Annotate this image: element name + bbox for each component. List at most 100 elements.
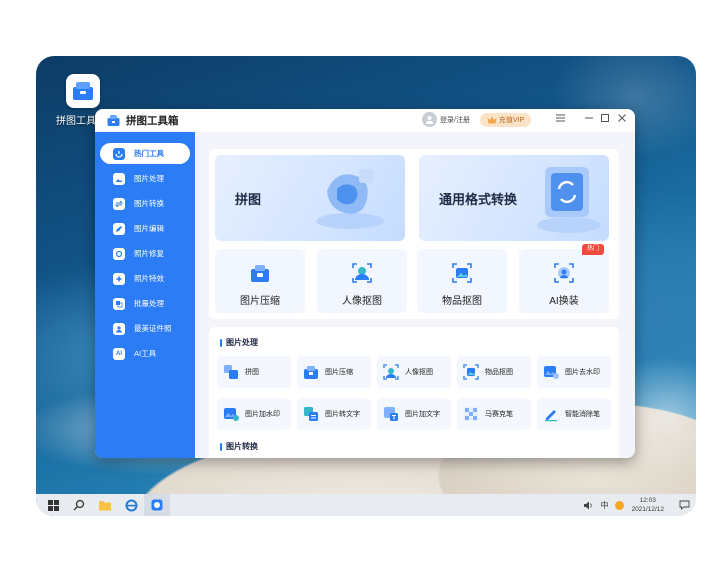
card-object-cutout[interactable]: 物品抠图 [417, 249, 507, 313]
smart-eraser-icon [545, 410, 557, 422]
desktop-shortcut-icon[interactable] [66, 74, 100, 108]
image-processing-panel: 图片处理 拼图 图片压缩 人像抠图 物品抠图 图片去水印 图片加水印 图片转文字… [209, 327, 619, 458]
ai-tools-icon: AI [113, 347, 125, 360]
card-compress[interactable]: 图片压缩 [215, 249, 305, 313]
tool-remove-watermark[interactable]: 图片去水印 [537, 356, 611, 388]
compress-icon [304, 366, 318, 379]
app-icon [151, 499, 163, 511]
search-button[interactable] [66, 494, 92, 516]
tool-portrait-cutout[interactable]: 人像抠图 [377, 356, 451, 388]
app-logo-icon [107, 115, 120, 126]
hot-badge: 热门 [582, 244, 604, 255]
sidebar: 热门工具 图片处理 图片转换 图片编辑 照片修复 照片特效 批量处理 最美证件照… [95, 132, 195, 458]
photo-repair-icon [113, 247, 125, 260]
input-method-icon[interactable] [615, 500, 625, 510]
image-process-icon [113, 172, 125, 185]
maximize-icon [601, 114, 609, 122]
app-window: 拼图工具箱 登录/注册 充值VIP 热门工具 图片处理 图片转换 图片编辑 照片… [95, 109, 635, 458]
login-label: 登录/注册 [440, 116, 470, 124]
tool-label: 物品抠图 [485, 369, 513, 376]
volume-icon[interactable] [583, 501, 593, 510]
sidebar-item-label: 照片特效 [134, 274, 164, 283]
collage-banner[interactable]: 拼图 [215, 155, 405, 241]
sidebar-item-label: 图片转换 [134, 199, 164, 208]
sidebar-item-ai-tools[interactable]: AI AI工具 [100, 343, 190, 364]
user-icon [425, 116, 434, 124]
clock[interactable]: 12:03 2021/12/12 [631, 496, 664, 514]
main-content: 拼图 通用格式转换 图片压缩 人像抠图 物品抠图 AI换装 热门 图片处理 拼图… [209, 149, 621, 458]
tool-image-to-text[interactable]: 图片转文字 [297, 398, 371, 430]
sidebar-item-photo-repair[interactable]: 照片修复 [100, 243, 190, 264]
hot-tools-panel: 拼图 通用格式转换 图片压缩 人像抠图 物品抠图 AI换装 热门 [209, 149, 619, 319]
section-title: 图片处理 [220, 337, 258, 348]
tool-label: 图片加文字 [405, 411, 440, 418]
tool-label: 马赛克笔 [485, 411, 513, 418]
photo-effect-icon [113, 272, 125, 285]
title-bar: 拼图工具箱 登录/注册 充值VIP [95, 109, 635, 132]
sidebar-item-photo-effect[interactable]: 照片特效 [100, 268, 190, 289]
remove-watermark-icon [544, 366, 559, 379]
hamburger-menu-icon [555, 114, 565, 122]
card-label: 人像抠图 [342, 296, 382, 307]
app-taskbar-button[interactable] [144, 494, 170, 516]
vip-label: 充值VIP [498, 117, 525, 124]
close-button[interactable] [616, 114, 628, 126]
ie-browser-icon [125, 499, 137, 511]
sidebar-item-image-process[interactable]: 图片处理 [100, 168, 190, 189]
format-convert-banner[interactable]: 通用格式转换 [419, 155, 609, 241]
card-label: AI换装 [549, 296, 579, 307]
portrait-cutout-icon [383, 364, 399, 380]
menu-button[interactable] [554, 114, 566, 126]
compress-icon [251, 265, 269, 282]
card-ai-outfit[interactable]: AI换装 [519, 249, 609, 313]
tool-label: 图片去水印 [565, 369, 600, 376]
add-watermark-icon [224, 408, 239, 421]
minimize-button[interactable] [583, 114, 595, 126]
tool-smart-eraser[interactable]: 智能消除笔 [537, 398, 611, 430]
tool-add-text[interactable]: 图片加文字 [377, 398, 451, 430]
tool-add-watermark[interactable]: 图片加水印 [217, 398, 291, 430]
card-portrait-cutout[interactable]: 人像抠图 [317, 249, 407, 313]
file-explorer-button[interactable] [92, 494, 118, 516]
sidebar-item-label: 热门工具 [134, 149, 164, 158]
maximize-button[interactable] [599, 114, 611, 126]
login-button[interactable]: 登录/注册 [422, 112, 470, 127]
object-cutout-icon [452, 263, 472, 283]
ai-outfit-icon [554, 263, 574, 283]
system-tray: 中 12:03 2021/12/12 [583, 494, 690, 516]
tool-label: 智能消除笔 [565, 411, 600, 418]
tool-object-cutout[interactable]: 物品抠图 [457, 356, 531, 388]
edge-browser-button[interactable] [118, 494, 144, 516]
tool-label: 图片压缩 [325, 369, 353, 376]
collage-illustration-icon [316, 169, 384, 229]
add-text-icon [384, 407, 398, 421]
banner-title: 通用格式转换 [439, 192, 518, 207]
tool-mosaic[interactable]: 马赛克笔 [457, 398, 531, 430]
image-to-text-icon [304, 407, 318, 421]
crown-icon [487, 116, 497, 124]
sidebar-item-label: 最美证件照 [134, 324, 172, 333]
start-button[interactable] [40, 494, 66, 516]
avatar [422, 112, 437, 127]
tool-collage[interactable]: 拼图 [217, 356, 291, 388]
notification-icon[interactable] [679, 500, 690, 510]
taskbar: 中 12:03 2021/12/12 [36, 494, 696, 516]
tool-label: 拼图 [245, 369, 259, 376]
sidebar-item-image-edit[interactable]: 图片编辑 [100, 218, 190, 239]
tool-label: 图片加水印 [245, 411, 280, 418]
sidebar-item-batch[interactable]: 批量处理 [100, 293, 190, 314]
image-convert-icon [113, 197, 125, 210]
card-label: 图片压缩 [240, 296, 280, 307]
sidebar-item-label: 批量处理 [134, 299, 164, 308]
tool-compress[interactable]: 图片压缩 [297, 356, 371, 388]
folder-icon [99, 501, 111, 511]
close-icon [618, 114, 626, 122]
sidebar-item-label: 照片修复 [134, 249, 164, 258]
ime-indicator[interactable]: 中 [600, 500, 608, 511]
sidebar-item-image-convert[interactable]: 图片转换 [100, 193, 190, 214]
id-photo-icon [113, 322, 125, 335]
sidebar-item-id-photo[interactable]: 最美证件照 [100, 318, 190, 339]
app-title: 拼图工具箱 [126, 115, 179, 127]
sidebar-item-hot-tools[interactable]: 热门工具 [100, 143, 190, 164]
vip-button[interactable]: 充值VIP [480, 113, 531, 127]
